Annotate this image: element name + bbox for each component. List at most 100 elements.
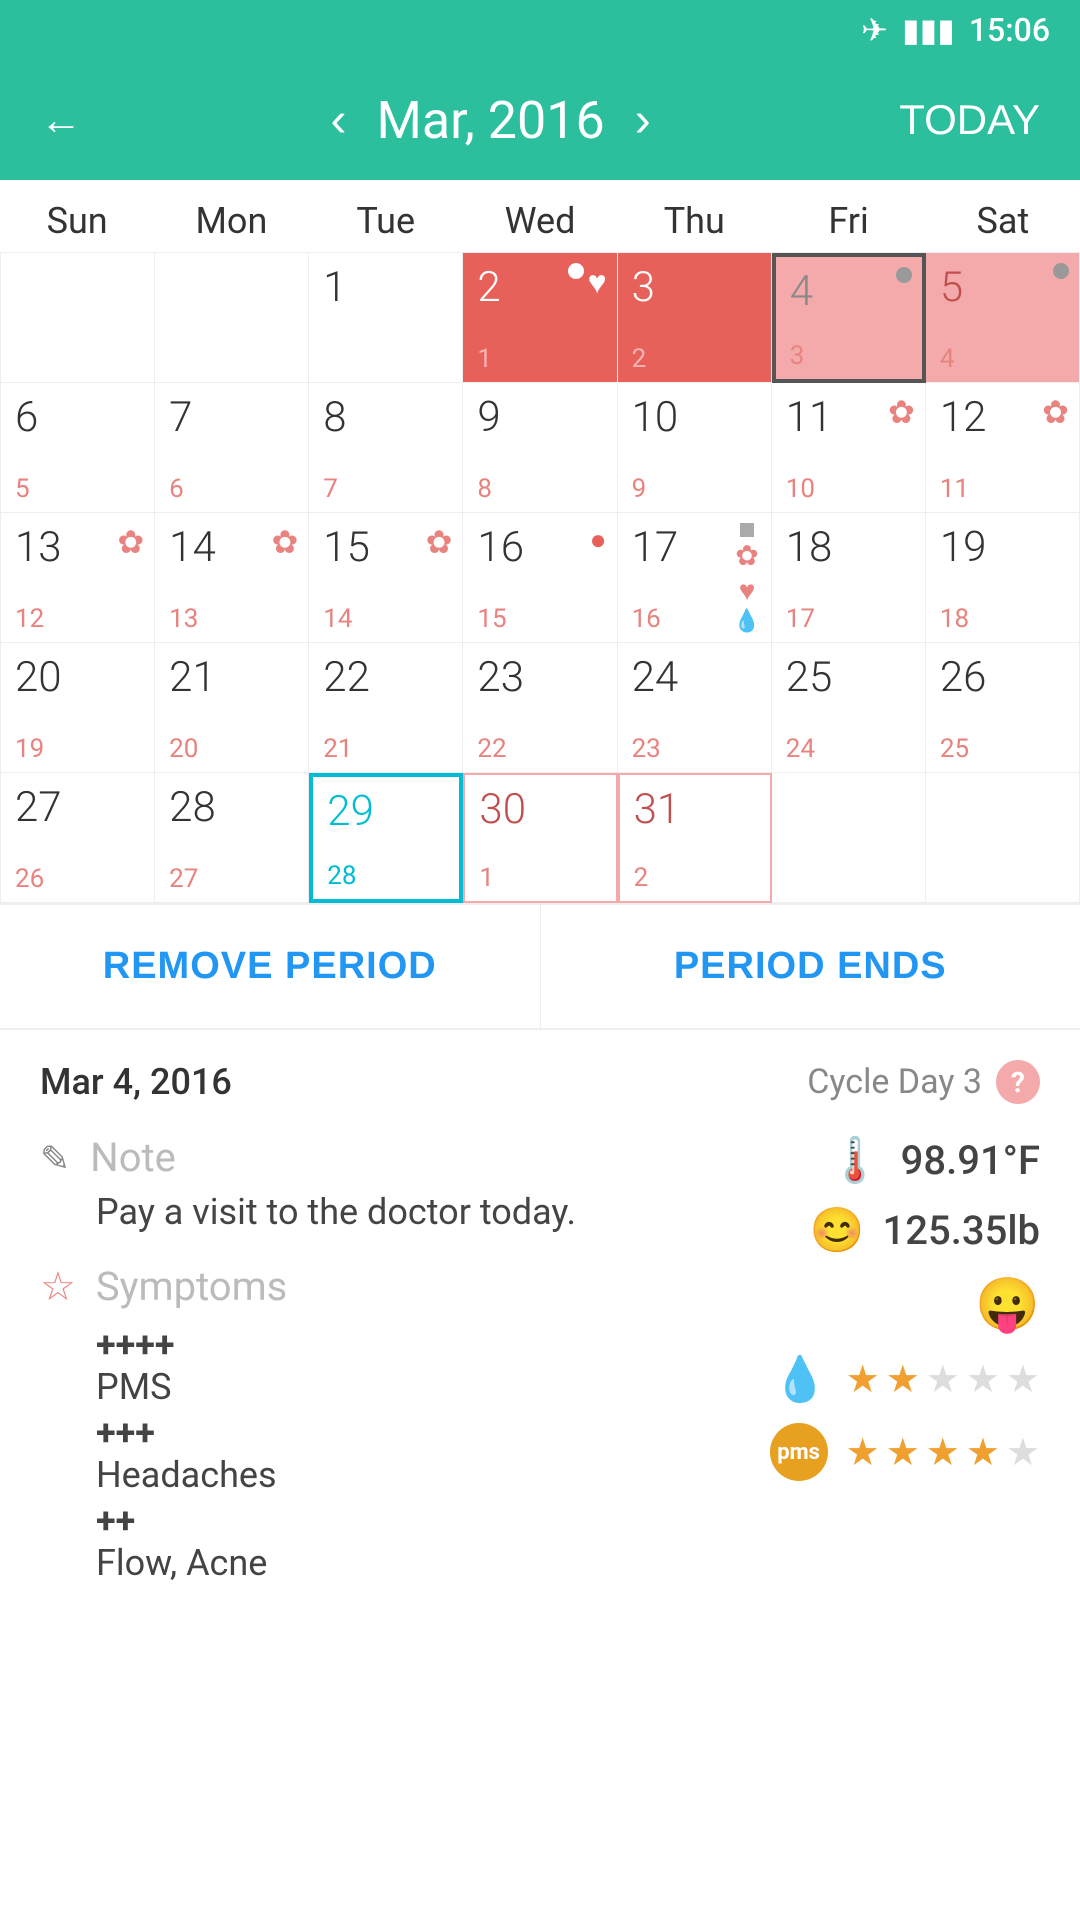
flow-stars: ★ ★ ★ ★ ★ (846, 1357, 1040, 1402)
heart-icon: ♥ (588, 263, 607, 301)
drop-icon: 💧 (733, 609, 760, 634)
month-title: Mar, 2016 (376, 90, 604, 151)
detail-content-row: ✎ Note Pay a visit to the doctor today. … (40, 1134, 1040, 1588)
thermometer-icon: 🌡️ (828, 1134, 883, 1186)
calendar-cell-mar9[interactable]: 9 8 (463, 383, 617, 513)
calendar-cell-mar17[interactable]: ✿ ♥ 💧 17 16 (618, 513, 772, 643)
calendar-grid: 1 ♥ 2 1 3 2 4 3 5 4 6 5 7 6 8 7 (0, 253, 1080, 903)
star-4-empty: ★ (966, 1357, 1000, 1402)
day-header-sun: Sun (0, 180, 154, 252)
calendar-cell-mar25[interactable]: 25 24 (772, 643, 926, 773)
calendar-cell-mar30[interactable]: 30 1 (463, 773, 617, 903)
star-5-empty: ★ (1006, 1357, 1040, 1402)
calendar-cell-mar18[interactable]: 18 17 (772, 513, 926, 643)
symptom-headaches: +++ Headaches (96, 1412, 690, 1496)
period-ends-button[interactable]: PERIOD ENDS (541, 905, 1080, 1028)
next-month-button[interactable]: › (635, 93, 651, 148)
scale-icon: 😊 (810, 1204, 865, 1256)
calendar-cell-mar10[interactable]: 10 9 (618, 383, 772, 513)
cycle-day-text: Cycle Day 3 (807, 1062, 982, 1102)
day-headers: Sun Mon Tue Wed Thu Fri Sat (0, 180, 1080, 253)
symptom-list: ++++ PMS +++ Headaches ++ Flow, Acne (96, 1324, 690, 1584)
calendar-cell-mar15[interactable]: ✿ 15 14 (309, 513, 463, 643)
calendar-cell-mar1[interactable]: 1 (309, 253, 463, 383)
flower-icon-5: ✿ (426, 523, 453, 561)
status-icons: ✈ ▮▮▮ 15:06 (861, 11, 1050, 49)
prev-month-button[interactable]: ‹ (331, 93, 347, 148)
detail-date: Mar 4, 2016 (40, 1061, 232, 1103)
calendar-cell-mar31[interactable]: 31 2 (618, 773, 772, 903)
mood-metric: 😛 (975, 1274, 1040, 1335)
symptom-acne: ++ Flow, Acne (96, 1500, 690, 1584)
pms-star-2: ★ (886, 1430, 920, 1475)
symptom-pms: ++++ PMS (96, 1324, 690, 1408)
calendar-cell-mar19[interactable]: 19 18 (926, 513, 1080, 643)
calendar-cell-mar28[interactable]: 28 27 (155, 773, 309, 903)
flow-drop-icon: 💧 (773, 1353, 828, 1405)
flower-icon-4: ✿ (271, 523, 298, 561)
calendar-cell-mar27[interactable]: 27 26 (1, 773, 155, 903)
today-button[interactable]: TODAY (899, 96, 1040, 144)
detail-right: 🌡️ 98.91°F 😊 125.35lb 😛 💧 ★ ★ ★ ★ (690, 1134, 1040, 1481)
flower-icon-2: ✿ (1042, 393, 1069, 431)
pms-star-3: ★ (926, 1430, 960, 1475)
calendar-cell-mar4[interactable]: 4 3 (772, 253, 926, 383)
calendar-cell-mar13[interactable]: ✿ 13 12 (1, 513, 155, 643)
calendar-cell-mar5[interactable]: 5 4 (926, 253, 1080, 383)
pms-badge-icon: pms (770, 1423, 828, 1481)
calendar-cell-mar11[interactable]: ✿ 11 10 (772, 383, 926, 513)
symptoms-label: Symptoms (96, 1263, 287, 1310)
flower-icon-6: ✿ (735, 539, 758, 572)
calendar-cell-empty-2[interactable] (155, 253, 309, 383)
day-header-fri: Fri (771, 180, 925, 252)
calendar-cell-mar16[interactable]: ● 16 15 (463, 513, 617, 643)
detail-date-row: Mar 4, 2016 Cycle Day 3 ? (40, 1060, 1040, 1104)
flow-metric: 💧 ★ ★ ★ ★ ★ (773, 1353, 1040, 1405)
heart-icon-2: ♥ (739, 574, 756, 607)
star-2: ★ (886, 1357, 920, 1402)
back-button[interactable]: ← (40, 96, 82, 144)
calendar-cell-mar3[interactable]: 3 2 (618, 253, 772, 383)
calendar-cell-mar26[interactable]: 26 25 (926, 643, 1080, 773)
symptom-plus-3: ++ (96, 1500, 690, 1542)
day-header-sat: Sat (926, 180, 1080, 252)
remove-period-button[interactable]: REMOVE PERIOD (0, 905, 541, 1028)
day-header-mon: Mon (154, 180, 308, 252)
weight-value: 125.35lb (883, 1207, 1040, 1254)
calendar-cell-mar7[interactable]: 7 6 (155, 383, 309, 513)
day-header-thu: Thu (617, 180, 771, 252)
calendar-cell-mar23[interactable]: 23 22 (463, 643, 617, 773)
weight-metric: 😊 125.35lb (810, 1204, 1040, 1256)
calendar-cell-mar2[interactable]: ♥ 2 1 (463, 253, 617, 383)
calendar-cell-mar24[interactable]: 24 23 (618, 643, 772, 773)
pms-star-4: ★ (966, 1430, 1000, 1475)
symptom-name-acne: Flow, Acne (96, 1542, 690, 1584)
dot-icon-2 (896, 267, 912, 283)
calendar-cell-mar21[interactable]: 21 20 (155, 643, 309, 773)
airplane-icon: ✈ (861, 11, 888, 49)
detail-left: ✎ Note Pay a visit to the doctor today. … (40, 1134, 690, 1588)
day-header-wed: Wed (463, 180, 617, 252)
calendar-cell-empty-1[interactable] (1, 253, 155, 383)
calendar-cell-mar8[interactable]: 8 7 (309, 383, 463, 513)
note-row: ✎ Note (40, 1134, 690, 1181)
dot-icon-3 (1053, 263, 1069, 279)
pms-metric: pms ★ ★ ★ ★ ★ (770, 1423, 1040, 1481)
pms-star-1: ★ (846, 1430, 880, 1475)
star-icon: ☆ (40, 1263, 76, 1310)
temperature-metric: 🌡️ 98.91°F (828, 1134, 1040, 1186)
calendar-cell-empty-4 (926, 773, 1080, 903)
calendar-cell-mar20[interactable]: 20 19 (1, 643, 155, 773)
pencil-icon: ✎ (40, 1138, 70, 1180)
mood-emoji-icon: 😛 (975, 1274, 1040, 1335)
temperature-value: 98.91°F (901, 1137, 1040, 1184)
calendar-cell-mar14[interactable]: ✿ 14 13 (155, 513, 309, 643)
calendar-cell-mar29[interactable]: 29 28 (309, 773, 463, 903)
month-nav: ‹ Mar, 2016 › (331, 90, 651, 151)
cycle-day-wrap: Cycle Day 3 ? (807, 1060, 1040, 1104)
cycle-day-help-icon[interactable]: ? (996, 1060, 1040, 1104)
calendar-cell-mar22[interactable]: 22 21 (309, 643, 463, 773)
pms-star-5-empty: ★ (1006, 1430, 1040, 1475)
calendar-cell-mar12[interactable]: ✿ 12 11 (926, 383, 1080, 513)
calendar-cell-mar6[interactable]: 6 5 (1, 383, 155, 513)
